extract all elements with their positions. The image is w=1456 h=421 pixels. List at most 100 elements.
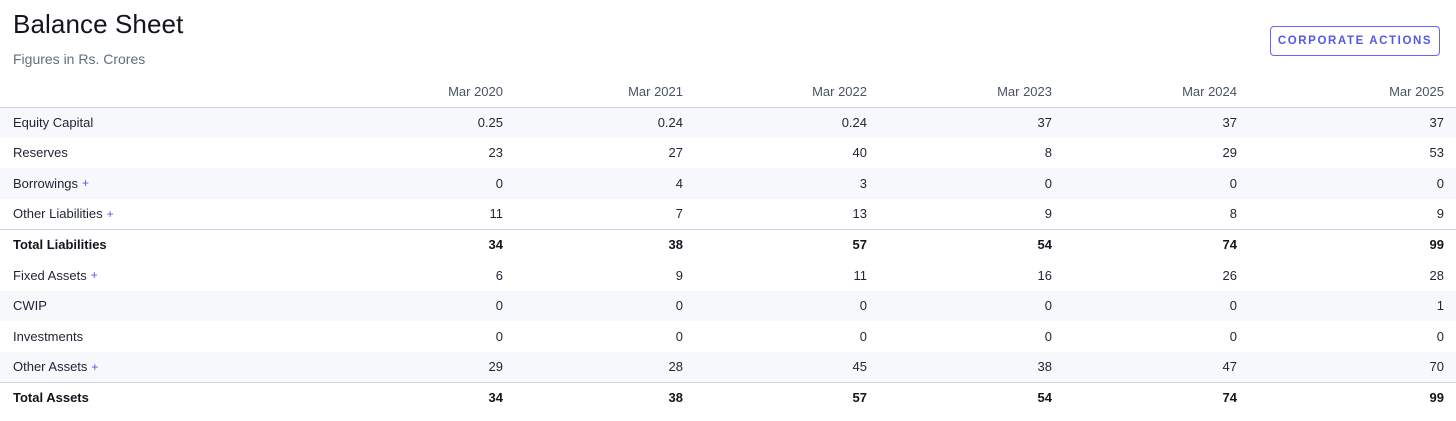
row-label-wrap: Total Liabilities [13,237,107,252]
row-label-wrap: Investments [13,329,83,344]
value-cell: 16 [1037,267,1052,283]
value-cell: 0 [1044,175,1052,191]
table-total-row: Total Liabilities 34 38 57 54 74 99 [0,229,1456,260]
value-cell: 8 [1229,206,1237,222]
value-cell: 8 [1044,145,1052,161]
row-label-cell: Total Liabilities [0,229,335,260]
column-header: Mar 2023 [997,84,1052,100]
row-label: Equity Capital [13,115,94,131]
row-label: Total Assets [13,390,89,406]
row-label: Investments [13,328,84,344]
expand-plus-icon[interactable]: + [107,207,114,221]
row-label: CWIP [13,298,47,314]
row-label-wrap: Reserves [13,145,68,160]
value-cell: 0 [1436,175,1444,191]
value-cell: 54 [1037,237,1052,253]
value-cell: 0.24 [657,115,683,131]
value-cell: 38 [1037,359,1052,375]
row-label-wrap: Other Liabilities + [13,206,114,221]
value-cell: 4 [675,175,683,191]
value-cell: 28 [668,359,683,375]
value-cell: 0.24 [841,115,867,131]
value-cell: 37 [1037,115,1052,131]
row-label-wrap: CWIP [13,298,47,313]
value-cell: 0 [1229,298,1237,314]
value-cell: 7 [675,206,683,222]
row-label-wrap: Equity Capital [13,115,93,130]
value-cell: 23 [488,145,503,161]
value-cell: 0 [1044,328,1052,344]
table-row: Equity Capital 0.25 0.24 0.24 37 37 37 [0,107,1456,138]
row-label-wrap: Fixed Assets + [13,268,98,283]
value-cell: 70 [1429,359,1444,375]
expand-plus-icon[interactable]: + [82,176,89,190]
value-cell: 6 [495,267,503,283]
value-cell: 38 [668,237,683,253]
value-cell: 34 [488,390,503,406]
table-row: Other Liabilities + 11 7 13 9 8 9 [0,199,1456,230]
value-cell: 0 [1229,328,1237,344]
value-cell: 9 [1436,206,1444,222]
value-cell: 74 [1222,237,1237,253]
row-label-cell: CWIP [0,291,335,322]
value-cell: 37 [1429,115,1444,131]
value-cell: 29 [488,359,503,375]
row-label-wrap: Total Assets [13,390,89,405]
value-cell: 28 [1429,267,1444,283]
value-cell: 1 [1436,298,1444,314]
value-cell: 40 [852,145,867,161]
value-cell: 29 [1222,145,1237,161]
row-label-cell[interactable]: Other Assets + [0,352,335,383]
value-cell: 11 [853,267,868,283]
value-cell: 53 [1429,145,1444,161]
column-header: Mar 2021 [628,84,683,100]
row-label: Total Liabilities [13,237,107,253]
value-cell: 57 [852,237,867,253]
value-cell: 0 [859,328,867,344]
table-row: Investments 0 0 0 0 0 0 [0,321,1456,352]
value-cell: 0 [495,328,503,344]
page-title: Balance Sheet [13,9,184,39]
corporate-actions-button[interactable]: CORPORATE ACTIONS [1270,26,1440,56]
row-label-cell[interactable]: Fixed Assets + [0,260,335,291]
value-cell: 0 [495,298,503,314]
row-label-cell: Investments [0,321,335,352]
column-header: Mar 2020 [448,84,503,100]
column-header: Mar 2025 [1389,84,1444,100]
row-label: Borrowings [13,175,79,191]
value-cell: 9 [675,267,683,283]
value-cell: 54 [1037,390,1052,406]
value-cell: 27 [668,145,683,161]
column-header: Mar 2024 [1182,84,1237,100]
row-label: Fixed Assets [13,267,87,283]
value-cell: 0 [859,298,867,314]
table-header-row: Mar 2020 Mar 2021 Mar 2022 Mar 2023 Mar … [0,77,1456,107]
units-subtitle: Figures in Rs. Crores [13,51,146,67]
expand-plus-icon[interactable]: + [91,360,98,374]
value-cell: 0 [675,328,683,344]
expand-plus-icon[interactable]: + [91,268,98,282]
value-cell: 11 [489,206,504,222]
table-row: Reserves 23 27 40 8 29 53 [0,138,1456,169]
value-cell: 34 [488,237,503,253]
value-cell: 0 [1436,328,1444,344]
row-label-cell[interactable]: Other Liabilities + [0,199,335,230]
row-label-cell: Equity Capital [0,107,335,138]
value-cell: 74 [1222,390,1237,406]
column-header: Mar 2022 [812,84,867,100]
value-cell: 0.25 [477,115,503,131]
value-cell: 13 [852,206,867,222]
value-cell: 9 [1044,206,1052,222]
balance-sheet-table: Mar 2020 Mar 2021 Mar 2022 Mar 2023 Mar … [0,77,1456,413]
value-cell: 3 [859,175,867,191]
value-cell: 47 [1222,359,1237,375]
row-label-wrap: Other Assets + [13,359,98,374]
value-cell: 99 [1429,237,1444,253]
value-cell: 0 [675,298,683,314]
table-row: CWIP 0 0 0 0 0 1 [0,290,1456,322]
row-label-cell: Total Assets [0,382,335,413]
row-label: Reserves [13,145,68,161]
row-label-cell[interactable]: Borrowings + [0,168,335,199]
value-cell: 26 [1222,267,1237,283]
table-row: Borrowings +0 4 3 0 0 0 [0,168,1456,199]
